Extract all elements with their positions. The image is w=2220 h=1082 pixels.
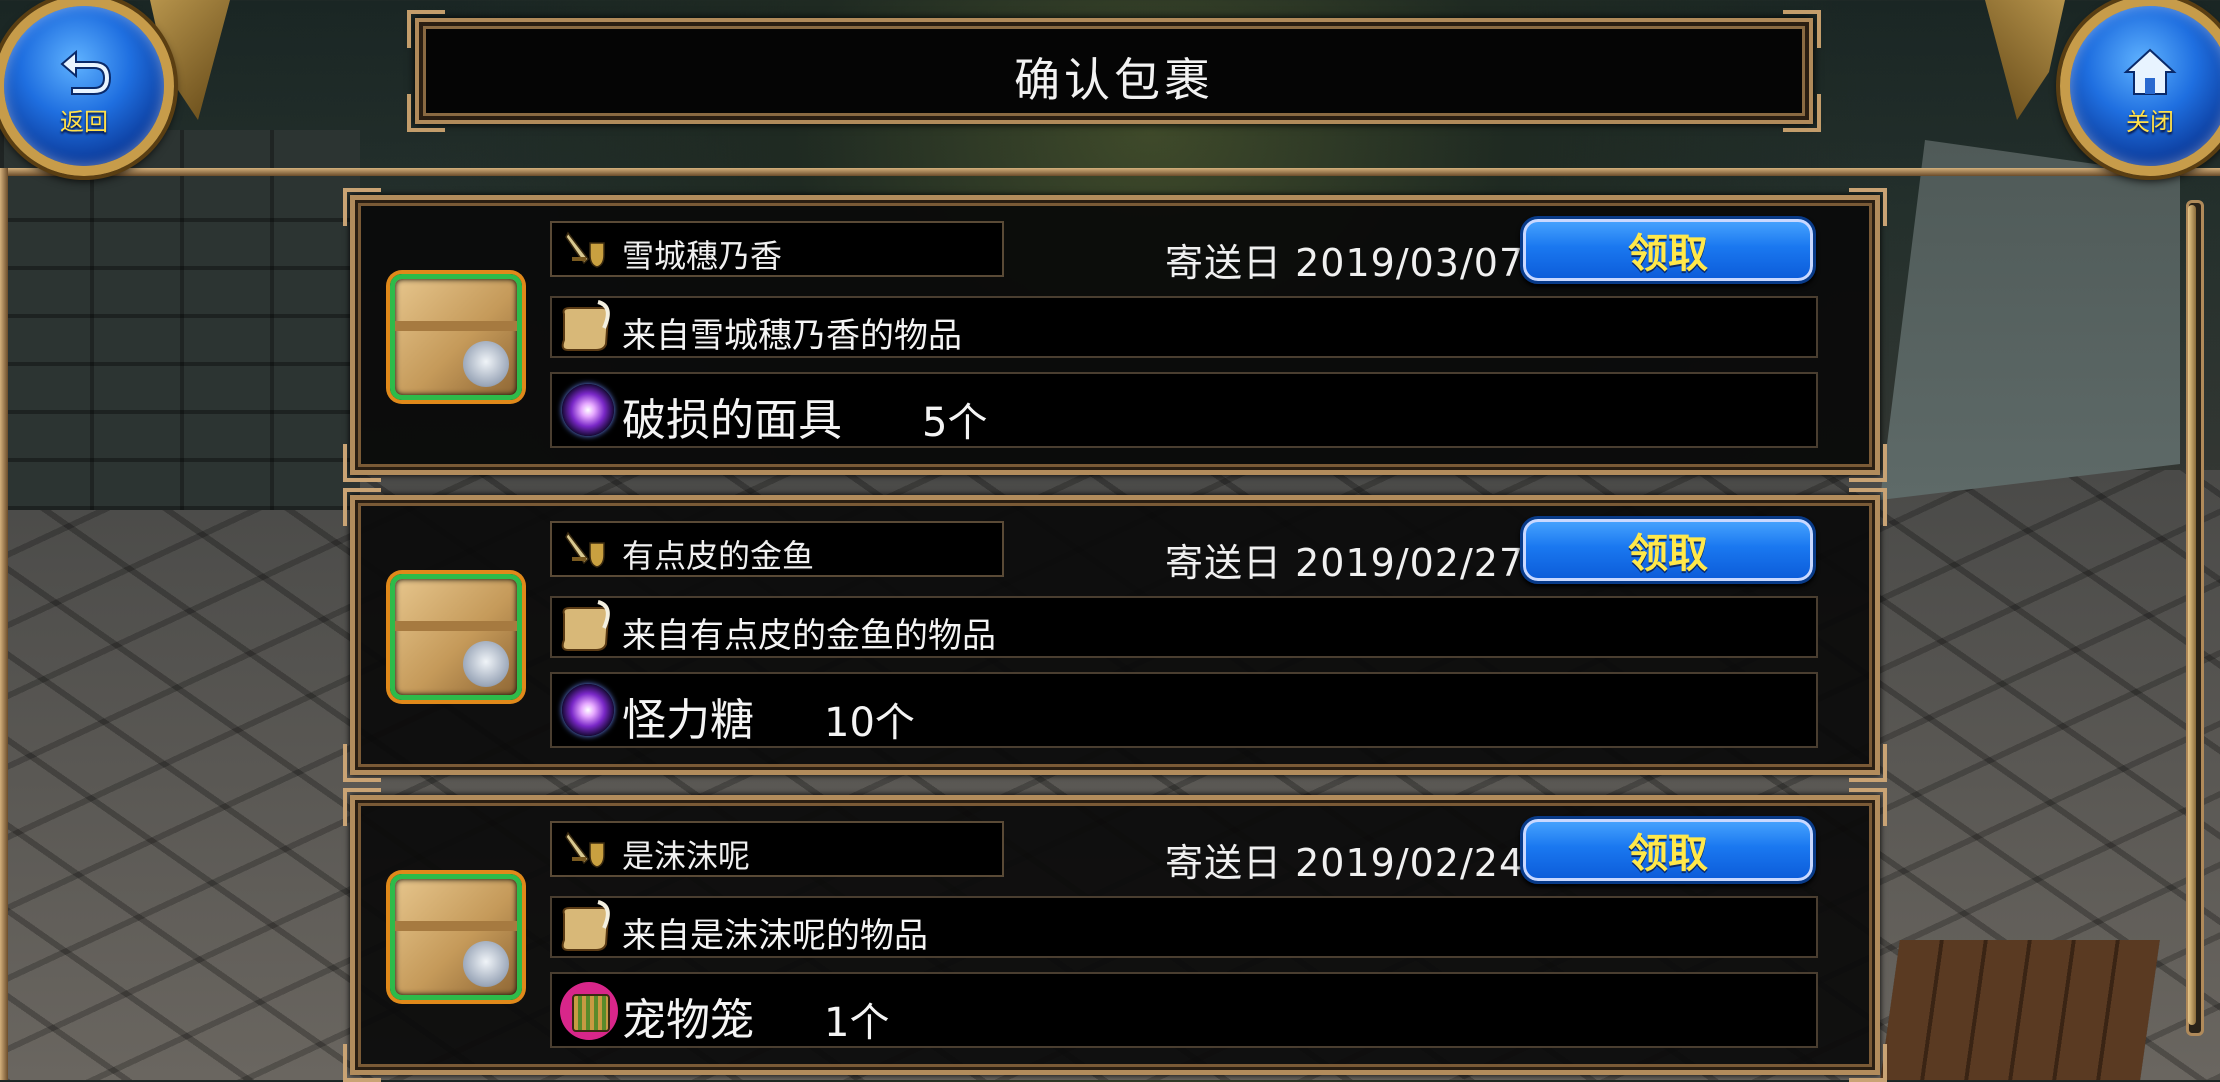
date-value: 2019/03/07: [1295, 241, 1525, 285]
package-icon: [390, 274, 522, 400]
item-quantity: 1个: [824, 1000, 890, 1046]
claim-button[interactable]: 领取: [1520, 516, 1816, 584]
claim-button[interactable]: 领取: [1520, 816, 1816, 884]
sender-name: 是沫沫呢: [622, 837, 751, 875]
message-box: 来自雪城穗乃香的物品: [550, 296, 1818, 358]
ornament-corner: [1849, 1044, 1887, 1082]
date-value: 2019/02/24: [1295, 841, 1525, 885]
background-crate: [1880, 940, 2160, 1080]
ornament-corner: [1849, 188, 1887, 226]
message-box: 来自有点皮的金鱼的物品: [550, 596, 1818, 658]
ornament-right: [1985, 0, 2065, 120]
panel-top-border: [0, 168, 2220, 176]
date-prefix: 寄送日: [1165, 241, 1283, 285]
item-name: 怪力糖: [622, 695, 754, 746]
ornament-corner: [343, 188, 381, 226]
item-box: 破损的面具 5个: [550, 372, 1818, 448]
ornament-corner: [343, 444, 381, 482]
item-box: 怪力糖 10个: [550, 672, 1818, 748]
cat-sticker-icon: [463, 941, 509, 987]
sword-shield-icon: [565, 831, 605, 868]
scroll-letter-icon: [561, 900, 610, 951]
message-text: 来自有点皮的金鱼的物品: [622, 616, 996, 656]
cat-sticker-icon: [463, 641, 509, 687]
ornament-corner: [343, 488, 381, 526]
purple-orb-icon: [562, 384, 614, 436]
claim-label: 领取: [1628, 831, 1708, 877]
ornament-corner: [1849, 444, 1887, 482]
sword-shield-icon: [565, 531, 605, 568]
ornament-corner: [1849, 788, 1887, 826]
sender-box: 有点皮的金鱼: [550, 521, 1004, 577]
close-button[interactable]: 关闭: [2060, 0, 2220, 176]
home-icon: [2123, 48, 2177, 95]
background-building: [1880, 140, 2180, 500]
pet-cage-icon: [560, 982, 618, 1040]
parcel-card: 是沫沫呢 寄送日 2019/02/24 领取 来自是沫沫呢的物品 宠物笼 1个: [343, 788, 1887, 1082]
sender-name: 有点皮的金鱼: [622, 537, 815, 575]
parcel-card: 有点皮的金鱼 寄送日 2019/02/27 领取 来自有点皮的金鱼的物品 怪力糖…: [343, 488, 1887, 782]
claim-label: 领取: [1628, 531, 1708, 577]
ornament-corner: [1783, 10, 1821, 48]
message-text: 来自是沫沫呢的物品: [622, 916, 928, 956]
claim-button[interactable]: 领取: [1520, 216, 1816, 284]
sword-shield-icon: [565, 231, 605, 268]
date-prefix: 寄送日: [1165, 541, 1283, 585]
item-quantity: 10个: [824, 700, 915, 746]
send-date: 寄送日 2019/02/27: [1165, 532, 1524, 587]
scrollbar-thumb[interactable]: [2188, 205, 2196, 1025]
date-value: 2019/02/27: [1295, 541, 1525, 585]
sender-name: 雪城穗乃香: [622, 237, 783, 275]
ornament-corner: [343, 744, 381, 782]
scroll-letter-icon: [561, 600, 610, 651]
sender-box: 雪城穗乃香: [550, 221, 1004, 277]
sender-box: 是沫沫呢: [550, 821, 1004, 877]
ornament-corner: [407, 10, 445, 48]
page-title: 确认包裹: [1014, 53, 1214, 107]
package-icon: [390, 574, 522, 700]
send-date: 寄送日 2019/03/07: [1165, 232, 1524, 287]
ornament-corner: [343, 788, 381, 826]
panel-left-border: [0, 168, 8, 1080]
ornament-corner: [1849, 744, 1887, 782]
title-bar: 确认包裹: [407, 10, 1821, 132]
ornament-corner: [343, 1044, 381, 1082]
item-name: 宠物笼: [622, 995, 754, 1046]
item-quantity: 5个: [922, 400, 988, 446]
purple-orb-icon: [562, 684, 614, 736]
background-wall: [0, 130, 360, 510]
send-date: 寄送日 2019/02/24: [1165, 832, 1524, 887]
claim-label: 领取: [1628, 231, 1708, 277]
date-prefix: 寄送日: [1165, 841, 1283, 885]
message-text: 来自雪城穗乃香的物品: [622, 316, 962, 356]
back-label: 返回: [60, 107, 108, 136]
back-arrow-icon: [60, 49, 112, 95]
item-name: 破损的面具: [622, 395, 842, 446]
parcel-card: 雪城穗乃香 寄送日 2019/03/07 领取 来自雪城穗乃香的物品 破损的面具…: [343, 188, 1887, 482]
item-box: 宠物笼 1个: [550, 972, 1818, 1048]
message-box: 来自是沫沫呢的物品: [550, 896, 1818, 958]
cat-sticker-icon: [463, 341, 509, 387]
ornament-corner: [1849, 488, 1887, 526]
scroll-letter-icon: [561, 300, 610, 351]
close-label: 关闭: [2126, 107, 2174, 136]
package-icon: [390, 874, 522, 1000]
